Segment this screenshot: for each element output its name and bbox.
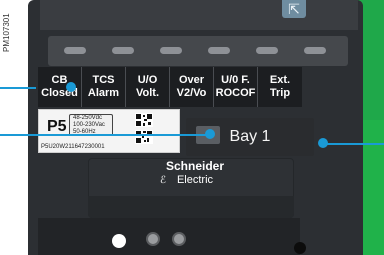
led-label-line1: CB <box>51 74 68 86</box>
led-label-line2: Volt. <box>135 87 159 99</box>
led-label-line1: U/0 F. <box>221 74 250 86</box>
callout-dot-led <box>66 82 76 92</box>
led-label-row: CB Closed TCS Alarm U/O Volt. Over V2/Vo… <box>38 67 302 107</box>
led-label-tcs-alarm: TCS Alarm <box>82 67 126 107</box>
callout-line-bay <box>0 134 210 136</box>
corner-logo-icon: ⇱ <box>282 0 306 18</box>
brand-name: Schneider <box>165 159 225 173</box>
led-label-ext-trip: Ext. Trip <box>258 67 302 107</box>
brand-sub: Electric <box>176 174 214 186</box>
housing-top-bar <box>40 0 358 30</box>
serial-number: P5U20W211647230001 <box>41 144 105 150</box>
spec-ac: 100-230Vac <box>73 122 105 128</box>
led-label-line2: ROCOF <box>215 87 256 99</box>
led-indicator-4 <box>208 47 230 54</box>
callout-line-led <box>0 87 36 89</box>
led-label-line2: Trip <box>269 87 291 99</box>
qr-code-icon <box>135 113 153 127</box>
led-label-line1: U/O <box>137 74 158 86</box>
callout-line-cover <box>324 143 384 145</box>
led-indicator-3 <box>160 47 182 54</box>
led-label-over-v2vo: Over V2/Vo <box>170 67 214 107</box>
led-indicator-6 <box>304 47 326 54</box>
led-strip <box>48 36 348 66</box>
led-label-uo-volt: U/O Volt. <box>126 67 170 107</box>
led-label-line2: V2/Vo <box>176 87 207 99</box>
led-label-line1: Over <box>178 74 205 86</box>
led-indicator-5 <box>256 47 278 54</box>
led-indicator-2 <box>112 47 134 54</box>
spec-dc: 48-250Vdc <box>73 115 103 121</box>
lower-terminal-panel <box>38 218 300 255</box>
callout-dot-bay <box>205 129 215 139</box>
front-cover-lip <box>88 196 294 218</box>
led-label-line1: TCS <box>92 74 115 86</box>
product-photo: PM107301 ⇱ CB Closed TCS Alarm U/O Volt.… <box>0 0 384 255</box>
black-dot <box>294 242 306 254</box>
led-label-line1: Ext. <box>269 74 291 86</box>
led-label-line2: Alarm <box>87 87 120 99</box>
led-indicator-1 <box>64 47 86 54</box>
power-specs-box: 48-250Vdc 100-230Vac 50-60Hz <box>69 114 113 136</box>
qr-code-icon-2 <box>135 130 153 144</box>
led-label-uof-rocof: U/0 F. ROCOF <box>214 67 258 107</box>
document-reference: PM107301 <box>2 13 11 53</box>
rating-nameplate: P5 48-250Vdc 100-230Vac 50-60Hz P5U20W21… <box>38 109 180 153</box>
callout-dot-cover <box>318 138 328 148</box>
white-indicator-dot <box>112 234 126 248</box>
screw-icon-2 <box>172 232 186 246</box>
screw-icon <box>146 232 160 246</box>
